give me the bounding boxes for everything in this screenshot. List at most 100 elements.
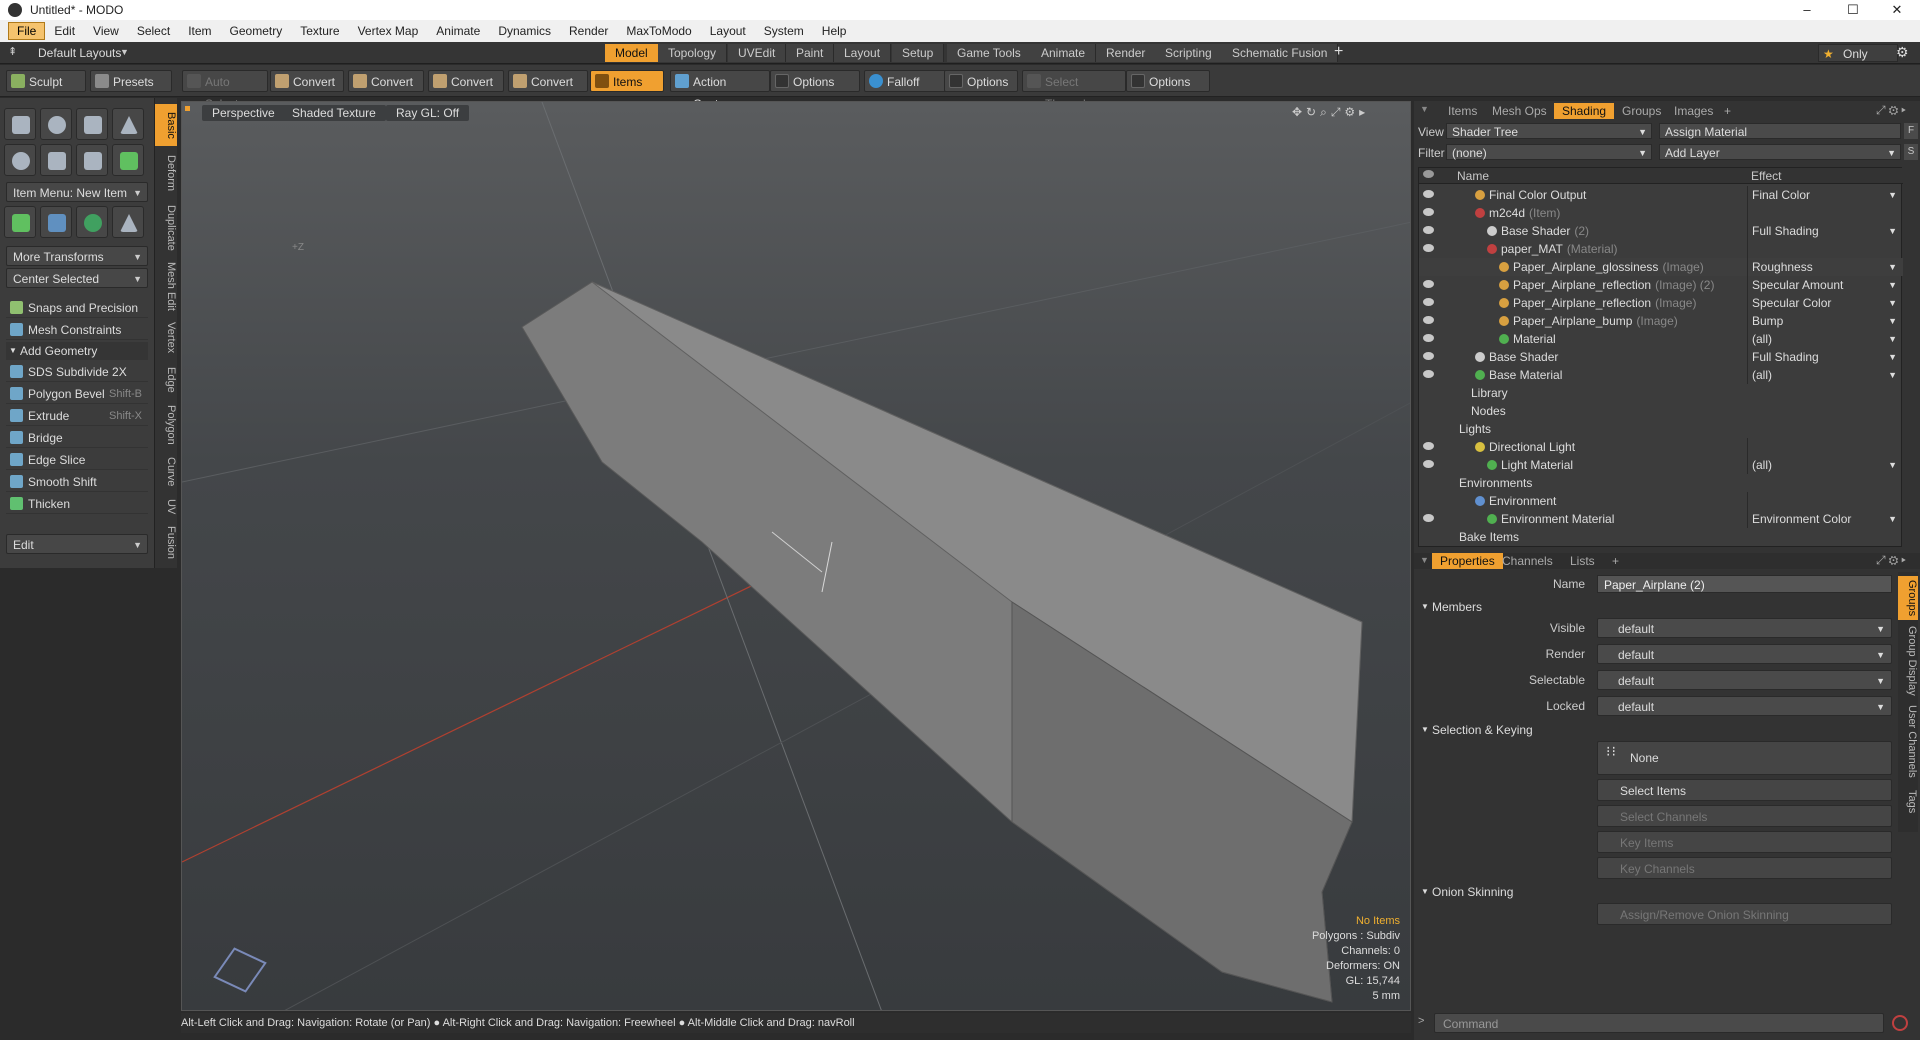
menu-view[interactable]: View [84,22,128,40]
effect-dropdown[interactable]: Environment Color ▼ [1747,510,1901,528]
sphere-tool[interactable] [40,108,72,140]
maximize-button[interactable]: ☐ [1830,0,1876,20]
cube-tool[interactable] [4,108,36,140]
only-toggle[interactable]: ★ Only [1818,44,1898,62]
eye-icon[interactable] [1423,442,1434,450]
tab-properties[interactable]: Properties [1432,553,1503,569]
tree-row[interactable]: Environments [1419,474,1903,492]
filter-dropdown[interactable]: (none) ▼ [1446,144,1652,160]
effect-dropdown[interactable]: Specular Color ▼ [1747,294,1901,312]
menu-item[interactable]: Item [179,22,220,40]
viewport-nav-icons[interactable]: ✥↻⌕⤢⚙▸ [1292,105,1369,120]
tree-row[interactable]: Base Shader (2) Full Shading ▼ [1419,222,1903,240]
convert-button-3[interactable]: Convert [428,70,504,92]
panel-menu-icon[interactable]: ▼ [1420,555,1429,565]
tree-row[interactable]: Library [1419,384,1903,402]
tab-scripting[interactable]: Scripting [1155,44,1223,62]
vtab-vertex[interactable]: Vertex [155,316,177,360]
menu-vertex-map[interactable]: Vertex Map [349,22,428,40]
polygon-bevel-item[interactable]: Polygon Bevel Shift-B [6,384,148,404]
effect-dropdown[interactable] [1747,492,1901,510]
menu-texture[interactable]: Texture [291,22,348,40]
command-input[interactable]: Command [1434,1013,1884,1033]
tab-uvedit[interactable]: UVEdit [728,44,787,62]
add-layer-dropdown[interactable]: Add Layer ▼ [1659,144,1901,160]
effect-dropdown[interactable]: Final Color ▼ [1747,186,1901,204]
cylinder-tool[interactable] [76,108,108,140]
cone-tool[interactable] [112,108,144,140]
snaps-precision-item[interactable]: Snaps and Precision [6,298,148,318]
visible-dropdown[interactable]: default ▼ [1597,618,1892,638]
tree-row[interactable]: Lights [1419,420,1903,438]
tree-row[interactable]: Base Shader Full Shading ▼ [1419,348,1903,366]
tree-row[interactable]: Paper_Airplane_bump (Image) Bump ▼ [1419,312,1903,330]
tree-row[interactable]: Base Material (all) ▼ [1419,366,1903,384]
effect-dropdown[interactable] [1747,240,1901,258]
selectable-dropdown[interactable]: default ▼ [1597,670,1892,690]
extrude-item[interactable]: Extrude Shift-X [6,406,148,426]
select-through-button[interactable]: Select Through [1022,70,1126,111]
side-tab-group-display[interactable]: Group Display [1898,624,1918,698]
shading-dropdown[interactable]: Shaded Texture [282,105,386,121]
tab-animate[interactable]: Animate [1031,44,1097,62]
scale-tool[interactable] [112,206,144,238]
auto-select-button[interactable]: Auto Select [182,70,268,111]
add-geometry-section[interactable]: ▼ Add Geometry [6,342,148,360]
raygl-toggle[interactable]: Ray GL: Off [386,105,470,121]
eye-icon[interactable] [1423,460,1434,468]
3d-viewport[interactable]: Perspective Shaded Texture Ray GL: Off +… [181,101,1411,1011]
presets-button[interactable]: Presets F6 [90,70,172,111]
text-tool[interactable] [112,144,144,176]
edit-dropdown[interactable]: Edit ▼ [6,534,148,554]
tab-paint[interactable]: Paint [786,44,835,62]
convert-button-4[interactable]: Convert [508,70,588,92]
menu-help[interactable]: Help [813,22,856,40]
effect-dropdown[interactable]: Specular Amount ▼ [1747,276,1901,294]
view-dropdown[interactable]: Shader Tree ▼ [1446,123,1652,139]
vtab-polygon[interactable]: Polygon [155,400,177,450]
effect-dropdown[interactable]: Full Shading ▼ [1747,348,1901,366]
tree-row[interactable]: Bake Items [1419,528,1903,546]
tab-setup[interactable]: Setup [892,44,945,62]
more-transforms-dropdown[interactable]: More Transforms ▼ [6,246,148,266]
perspective-dropdown[interactable]: Perspective [202,105,285,121]
thicken-item[interactable]: Thicken [6,494,148,514]
tab-schematic-fusion[interactable]: Schematic Fusion [1222,44,1339,62]
vtab-deform[interactable]: Deform [155,150,177,196]
vtab-uv[interactable]: UV [155,494,177,520]
menu-maxtomodo[interactable]: MaxToModo [617,22,700,40]
menu-animate[interactable]: Animate [427,22,489,40]
eye-icon[interactable] [1423,226,1434,234]
close-button[interactable]: ✕ [1874,0,1920,20]
tree-row[interactable]: Nodes [1419,402,1903,420]
eye-icon[interactable] [1423,370,1434,378]
vtab-edge[interactable]: Edge [155,362,177,398]
menu-render[interactable]: Render [560,22,617,40]
menu-geometry[interactable]: Geometry [221,22,292,40]
tree-row[interactable]: Final Color Output Final Color ▼ [1419,186,1903,204]
menu-edit[interactable]: Edit [45,22,84,40]
tab-layout[interactable]: Layout [834,44,892,62]
s-button[interactable]: S [1904,144,1918,160]
tree-row[interactable]: Light Material (all) ▼ [1419,456,1903,474]
eye-icon[interactable] [1423,514,1434,522]
add-tab-button[interactable]: + [1334,43,1343,61]
eye-icon[interactable] [1423,190,1434,198]
key-items-button[interactable]: Key Items [1597,831,1892,853]
tab-mesh-ops[interactable]: Mesh Ops [1484,103,1555,119]
menu-layout[interactable]: Layout [701,22,755,40]
center-selected-dropdown[interactable]: Center Selected ▼ [6,268,148,288]
tree-row[interactable]: Paper_Airplane_glossiness (Image) Roughnes… [1419,258,1903,276]
panel-menu-icon[interactable]: ▼ [1420,104,1429,114]
render-dropdown[interactable]: default ▼ [1597,644,1892,664]
vtab-curve[interactable]: Curve [155,452,177,492]
tree-row[interactable]: Environment Material Environment Color ▼ [1419,510,1903,528]
tree-row[interactable]: paper_MAT (Material) [1419,240,1903,258]
effect-dropdown[interactable]: (all) ▼ [1747,330,1901,348]
panel-controls-icon[interactable]: ⤢⚙▸ [1876,553,1909,568]
sculpt-button[interactable]: Sculpt [6,70,86,92]
options-button-1[interactable]: Options [770,70,860,92]
eye-icon[interactable] [1423,208,1434,216]
tab-items[interactable]: Items [1440,103,1485,119]
vtab-duplicate[interactable]: Duplicate [155,198,177,258]
